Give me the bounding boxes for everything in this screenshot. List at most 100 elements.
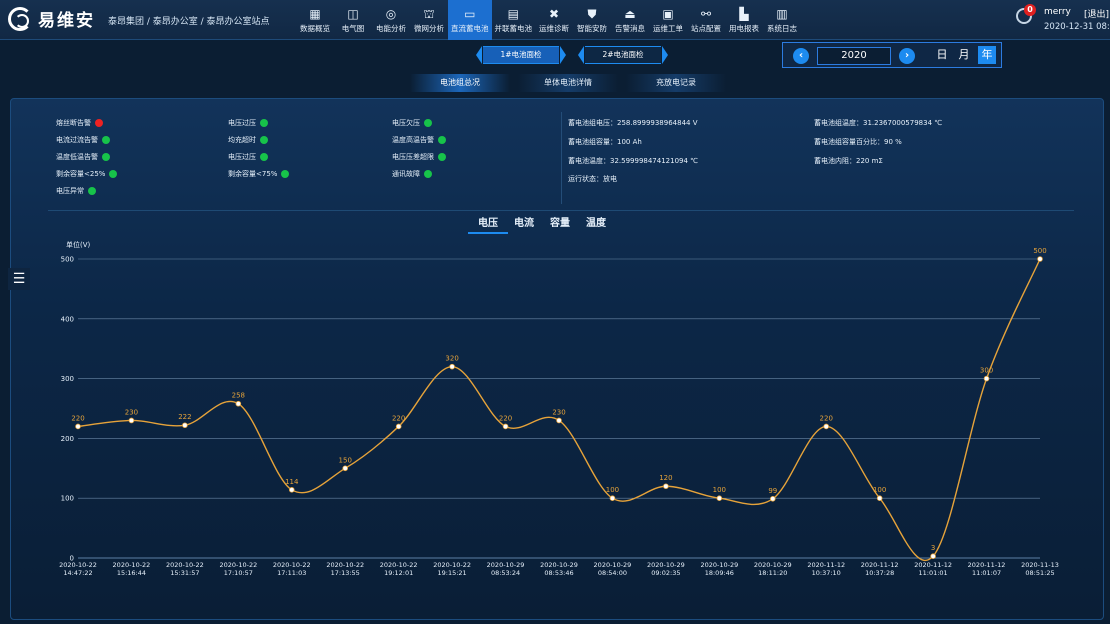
data-label: 99	[768, 487, 777, 495]
x-tick-label: 2020-10-22	[326, 561, 364, 569]
alarm-label: 温度高温告警	[392, 136, 434, 144]
logout-link[interactable]: [退出]	[1084, 7, 1109, 20]
nav-item-label: 数据概览	[300, 23, 330, 33]
nav-item-4[interactable]: ▭ 直流蓄电池	[448, 0, 492, 40]
mode-month-button[interactable]: 月	[955, 46, 973, 64]
nav-item-2[interactable]: ◎ 电能分析	[372, 0, 410, 40]
nav-item-label: 系统日志	[767, 23, 797, 33]
battery-icon: ▭	[464, 6, 476, 21]
battery-tab-label: 1#电池面检	[483, 46, 559, 64]
battery-tab-1[interactable]: 1#电池面检	[476, 46, 566, 64]
user-name: merry	[1044, 7, 1071, 17]
tab-charge-records[interactable]: 充放电记录	[626, 74, 726, 92]
x-tick-label: 15:31:57	[170, 569, 199, 577]
metric-state: 运行状态：放电	[568, 175, 617, 183]
x-tick-label: 2020-11-12	[914, 561, 952, 569]
x-tick-label: 2020-10-29	[540, 561, 578, 569]
current-datetime: 2020-12-31 08:55:26	[1044, 22, 1110, 32]
tab-group-overview[interactable]: 电池组总况	[410, 74, 510, 92]
alarm-label: 电压异常	[56, 187, 84, 195]
alarm-label: 通讯故障	[392, 170, 420, 178]
tab-cell-details[interactable]: 单体电池详情	[518, 74, 618, 92]
logo-mark-icon	[8, 6, 32, 31]
status-dot-icon	[102, 153, 110, 161]
logo-text: 易维安	[38, 11, 95, 31]
alarm-label: 电压欠压	[392, 119, 420, 127]
data-point	[769, 495, 776, 502]
gauge-icon: ◎	[385, 6, 397, 21]
logo: 易维安	[8, 6, 95, 31]
mode-year-button[interactable]: 年	[978, 46, 996, 64]
log-icon: ▥	[776, 6, 788, 21]
metric-temperature: 蓄电池温度：32.599998474121094 ℃	[568, 157, 699, 165]
data-label: 3	[931, 544, 935, 552]
sub-tabs: 电池组总况 单体电池详情 充放电记录	[410, 74, 734, 92]
data-label: 320	[445, 355, 458, 363]
chart-tab-capacity[interactable]: 容量	[550, 214, 570, 234]
bell-icon: ⏏	[624, 6, 636, 21]
mode-day-button[interactable]: 日	[933, 46, 951, 64]
alarm-label: 剩余容量<25%	[56, 170, 106, 178]
data-label: 150	[339, 456, 352, 464]
year-input[interactable]: 2020	[817, 47, 891, 65]
data-label: 300	[980, 367, 993, 375]
arrow-left-icon	[476, 46, 482, 64]
x-tick-label: 2020-10-22	[273, 561, 311, 569]
nav-item-3[interactable]: ⛫ 微网分析	[410, 0, 448, 40]
data-point	[342, 465, 349, 472]
x-tick-label: 2020-10-29	[754, 561, 792, 569]
y-tick-label: 400	[61, 315, 74, 323]
status-dot-icon	[95, 119, 103, 127]
next-year-button[interactable]: ›	[899, 48, 915, 64]
battery-tabs: 1#电池面检 2#电池面检	[476, 46, 680, 64]
nav-item-5[interactable]: ▤ 并联蓄电池	[492, 0, 536, 40]
status-dot-icon	[109, 170, 118, 178]
battery-tab-2[interactable]: 2#电池面检	[578, 46, 668, 64]
alarm-item: 电压异常	[56, 186, 96, 196]
chart-tab-voltage[interactable]: 电压	[468, 214, 508, 234]
nav-item-label: 站点配置	[691, 23, 721, 33]
data-label: 120	[659, 474, 672, 482]
x-tick-label: 15:16:44	[117, 569, 146, 577]
nav-item-0[interactable]: ▦ 数据概览	[296, 0, 334, 40]
nav-item-10[interactable]: ⚯ 站点配置	[687, 0, 725, 40]
chart-tab-temperature[interactable]: 温度	[586, 214, 606, 234]
top-bar: 易维安 泰昂集团 / 泰昂办公室 / 泰昂办公室站点 ▦ 数据概览 ◫ 电气图 ◎ 电能分…	[0, 0, 1110, 40]
x-tick-label: 08:54:00	[598, 569, 627, 577]
breadcrumb[interactable]: 泰昂集团 / 泰昂办公室 / 泰昂办公室站点	[108, 14, 270, 27]
x-tick-label: 2020-10-22	[166, 561, 204, 569]
notification-badge[interactable]: 0	[1024, 4, 1036, 16]
nav-item-label: 用电报表	[729, 23, 759, 33]
nav-item-9[interactable]: ▣ 运维工单	[649, 0, 687, 40]
nav-item-11[interactable]: ▙ 用电报表	[725, 0, 763, 40]
diagram-icon: ◫	[347, 6, 359, 21]
nav-item-label: 电气图	[341, 23, 365, 33]
nav-item-label: 微网分析	[414, 23, 444, 33]
nav-item-6[interactable]: ✖ 运维诊断	[535, 0, 573, 40]
alarm-item: 通讯故障	[392, 169, 432, 179]
nav-item-7[interactable]: ⛊ 智能安防	[573, 0, 611, 40]
chart-tab-current[interactable]: 电流	[514, 214, 534, 234]
metric-group-temperature: 蓄电池组温度：31.2367000579834 ℃	[814, 119, 943, 127]
divider	[561, 112, 562, 204]
server-icon: ▤	[507, 6, 519, 21]
x-tick-label: 17:13:55	[331, 569, 360, 577]
menu-toggle-icon[interactable]: ☰	[8, 268, 30, 290]
data-label: 220	[71, 414, 84, 422]
x-tick-label: 08:53:24	[491, 569, 520, 577]
alarm-item: 电压压差超限	[392, 152, 446, 162]
prev-year-button[interactable]: ‹	[793, 48, 809, 64]
main-nav: ▦ 数据概览 ◫ 电气图 ◎ 电能分析 ⛫ 微网分析 ▭ 直流蓄电池 ▤ 并联蓄电池 ✖ 运维诊断 ⛊ 智能安…	[296, 0, 801, 40]
x-tick-label: 17:10:57	[224, 569, 253, 577]
nav-item-1[interactable]: ◫ 电气图	[334, 0, 372, 40]
data-point	[449, 363, 455, 370]
clipboard-icon: ▣	[662, 6, 674, 21]
alarm-item: 温度高温告警	[392, 135, 446, 145]
data-point	[395, 423, 402, 430]
x-tick-label: 09:02:35	[651, 569, 680, 577]
data-point	[182, 422, 188, 429]
nav-item-12[interactable]: ▥ 系统日志	[763, 0, 801, 40]
nav-item-8[interactable]: ⏏ 告警消息	[611, 0, 649, 40]
x-tick-label: 11:01:07	[972, 569, 1001, 577]
data-label: 220	[820, 414, 833, 422]
